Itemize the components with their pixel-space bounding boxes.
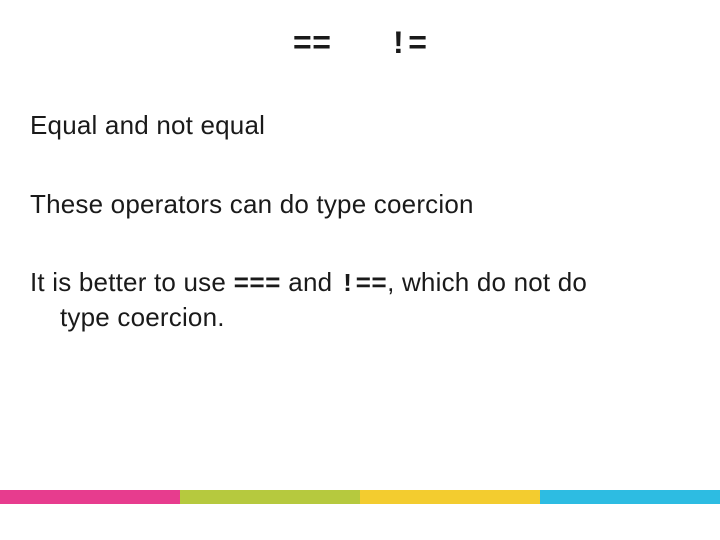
text-fragment: , which do not do	[387, 267, 587, 297]
text-line-3: It is better to use === and !==, which d…	[30, 266, 690, 333]
footer-stripe	[0, 490, 720, 504]
footer-color-3	[360, 490, 540, 504]
text-line-2: These operators can do type coercion	[30, 188, 690, 221]
text-fragment-continuation: type coercion.	[30, 301, 690, 334]
operator-strict-notequal: !==	[340, 269, 387, 299]
operator-strict-equal: ===	[233, 269, 280, 299]
text-line-1: Equal and not equal	[30, 109, 690, 142]
text-fragment: It is better to use	[30, 267, 233, 297]
slide-body: == != Equal and not equal These operator…	[0, 0, 720, 540]
footer-color-1	[0, 490, 180, 504]
text-fragment: and	[281, 267, 340, 297]
footer-color-2	[180, 490, 360, 504]
footer-color-4	[540, 490, 720, 504]
slide-title: == !=	[30, 26, 690, 63]
